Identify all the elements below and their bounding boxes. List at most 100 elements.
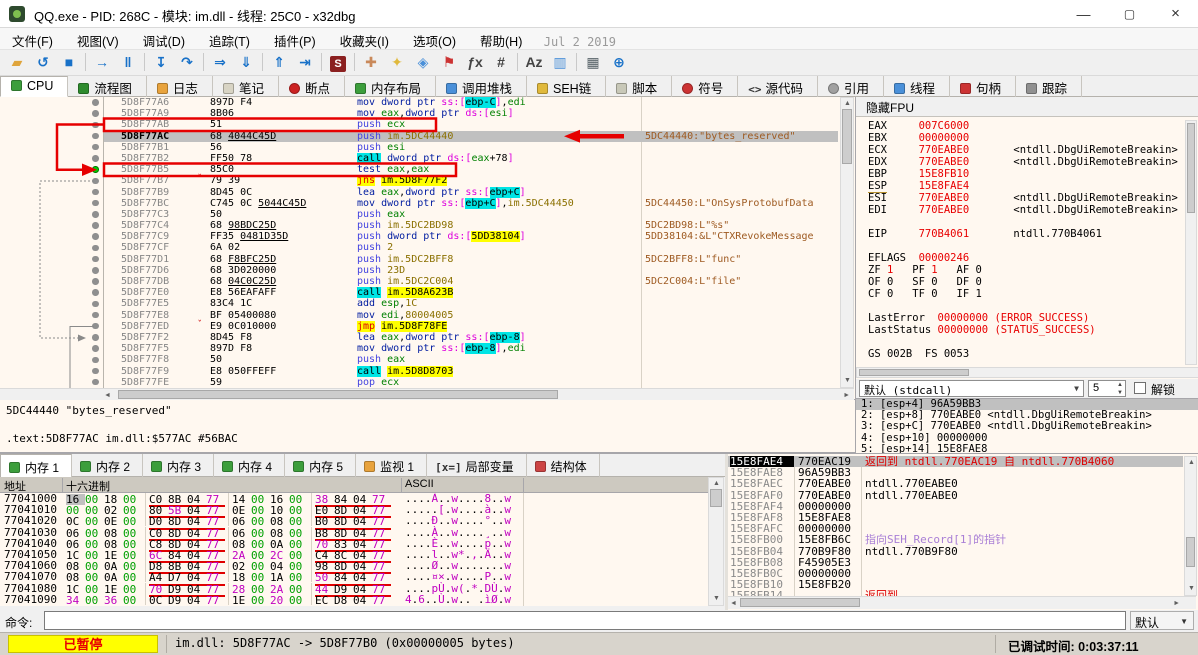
stack-row[interactable]: 15E8FAEC 770EABE0 ntdll.770EABE0 [728,478,1183,489]
tab-graph[interactable]: 流程图 [68,76,147,97]
disasm-row[interactable]: 5D8F77DB 68 04C0C25D push im.5DC2C004 5DC2C… [0,276,838,287]
instruction-dot-icon[interactable] [92,233,99,240]
instruction-dot-icon[interactable] [92,121,99,129]
disasm-row[interactable]: 5D8F77E8 BF 05400080 mov edi,80004005 [0,310,838,321]
instruction-dot-icon[interactable] [92,378,99,386]
stack-row[interactable]: 15E8FB04 770B9F80 ntdll.770B9F80 [728,545,1183,556]
instruction-dot-icon[interactable] [92,188,99,196]
unlock-checkbox[interactable] [1134,382,1146,394]
dump-byte[interactable]: 00 [85,594,104,605]
disasm-row[interactable]: 5D8F77C4 68 98BDC25D push im.5DC2BD98 5DC2B… [0,220,838,231]
instruction-dot-icon[interactable] [92,267,99,274]
register-line[interactable]: EDX 770EABE0 <ntdll.DbgUiRemoteBreakin> [856,156,1186,168]
dump-byte[interactable]: 77 [372,594,391,605]
dump-row[interactable]: 77041060 08 00 0A 00 D8 8B 04 77 02 00 04 00 98 8D 04 77… [0,560,708,575]
restart-icon[interactable]: ↺ [30,50,56,74]
tab-notes[interactable]: 笔记 [213,76,279,97]
disasm-row[interactable]: 5D8F77AB 51 push ecx [0,119,838,130]
instruction-dot-icon[interactable] [92,367,99,375]
register-line[interactable]: ESP 15E8FAE4 [856,180,1186,193]
instruction-dot-icon[interactable] [92,110,99,117]
stack-row[interactable]: 15E8FAF0 770EABE0 ntdll.770EABE0 [728,489,1183,500]
stack-horizontal-scrollbar[interactable]: ◄ ► [728,596,1196,609]
register-line[interactable]: LastError 00000000 (ERROR_SUCCESS) [856,312,1186,324]
settings-globe-icon[interactable]: ⊕ [606,50,632,74]
instruction-dot-icon[interactable] [92,300,99,308]
instruction-dot-icon[interactable] [92,356,99,363]
register-line[interactable]: LastStatus 00000000 (STATUS_SUCCESS) [856,324,1186,336]
instruction-dot-icon[interactable] [92,278,99,285]
highlight-icon[interactable]: Az [521,50,547,74]
log-s-icon[interactable]: S [325,50,351,74]
dump-byte[interactable]: 04 [187,594,206,605]
register-line[interactable]: ECX 770EABE0 <ntdll.DbgUiRemoteBreakin> [856,144,1186,156]
dump-row[interactable]: 77041010 00 00 02 00 80 5B 04 77 0E 00 10 00 E0 8D 04 77… [0,504,708,519]
label-icon[interactable]: ◈ [410,50,436,74]
tab-source[interactable]: <> 源代码 [738,76,818,97]
instruction-dot-icon[interactable] [92,132,99,140]
tab-threads[interactable]: 线程 [884,76,951,97]
dump-byte[interactable]: 00 [123,594,142,605]
step-down-icon[interactable]: ⇓ [233,50,259,74]
instruction-dot-icon[interactable] [92,345,99,352]
argument-row[interactable]: 3: [esp+C] 770EABE0 <ntdll.DbgUiRemoteBr… [856,421,1198,432]
stack-row[interactable]: 15E8FAF8 15E8FAE8 [728,512,1183,523]
run-icon[interactable]: → [89,50,115,74]
execute-till-return-icon[interactable]: ⇒ [207,50,233,74]
memtab-dump2[interactable]: 内存 2 [72,454,144,477]
dump-byte[interactable]: 34 [66,594,85,605]
disasm-row[interactable]: 5D8F77B1 56 push esi [0,142,838,153]
memtab-dump4[interactable]: 内存 4 [214,454,286,477]
instruction-dot-icon[interactable] [92,289,99,296]
register-line[interactable] [856,240,1186,252]
command-input[interactable] [44,611,1126,630]
calling-convention-select[interactable]: 默认 (stdcall) ▼ [859,380,1084,397]
step-over-icon[interactable]: ↷ [174,50,200,74]
disasm-row[interactable]: 5D8F77F9 E8 050FFEFF call im.5D8D8703 [0,365,838,377]
disasm-row[interactable]: 5D8F77E0 E8 56EAFAFF call im.5D8A623B [0,287,838,299]
dump-byte[interactable]: 77 [206,594,225,605]
disasm-row[interactable]: 5D8F77D6 68 3D020000 push 23D [0,265,838,276]
disasm-row[interactable]: 5D8F77E5 83C4 1C add esp,1C [0,298,838,309]
instruction-dot-icon[interactable] [92,199,99,207]
dump-byte[interactable]: 1E [232,594,251,605]
instruction-dot-icon[interactable] [92,334,99,341]
disasm-row[interactable]: 5D8F77C9 FF35 0481D35D push dword ptr ds:[… [0,231,838,243]
stack-row[interactable]: 15E8FAE8 96A59BB3 [728,467,1183,478]
memtab-dump3[interactable]: 内存 3 [143,454,215,477]
tab-trace[interactable]: 跟踪 [1016,76,1083,97]
breakpoint-dot-icon[interactable] [92,166,99,173]
minimize-button[interactable]: — [1061,0,1106,28]
disasm-row[interactable]: 5D8F77BC C745 0C 5044C45D mov dword ptr ss… [0,197,838,209]
dump-byte[interactable]: 36 [104,594,123,605]
disasm-row[interactable]: 5D8F77F5 897D F8 mov dword ptr ss:[ebp-8],… [0,343,838,355]
stack-row[interactable]: 15E8FB0C 00000000 [728,568,1183,579]
dump-byte[interactable]: 00 [251,594,270,605]
disasm-vertical-scrollbar[interactable]: ▲ ▼ [840,97,854,388]
stack-row[interactable]: 15E8FAF4 00000000 [728,501,1183,512]
stack-row[interactable]: 15E8FAFC 00000000 [728,523,1183,534]
dump-row[interactable]: 77041030 06 00 08 00 C0 8D 04 77 06 00 08 00 B8 8D 04 77… [0,526,708,541]
stop-icon[interactable]: ■ [56,50,82,74]
instruction-dot-icon[interactable] [92,177,99,184]
register-line[interactable]: EIP 770B4061 ntdll.770B4061 [856,228,1186,240]
memtab-watch1[interactable]: 监视 1 [356,454,428,477]
memtab-dump5[interactable]: 内存 5 [285,454,357,477]
tab-symbols[interactable]: 符号 [672,76,739,97]
memtab-struct[interactable]: 结构体 [527,454,600,477]
disasm-row[interactable]: 5D8F77A9 8B06 mov eax,dword ptr ds:[esi] [0,108,838,119]
dump-byte[interactable]: D9 [168,594,187,605]
register-line[interactable]: CF 0 TF 0 IF 1 [856,288,1186,300]
instruction-dot-icon[interactable] [92,255,99,263]
tab-memory-map[interactable]: 内存布局 [345,76,436,97]
register-line[interactable] [856,336,1186,348]
instruction-dot-icon[interactable] [92,211,99,218]
instruction-dot-icon[interactable] [92,322,99,330]
tab-cpu[interactable]: CPU [0,76,69,97]
patch-icon[interactable]: ✚ [358,50,384,74]
tab-log[interactable]: 日志 [147,76,213,97]
disasm-row[interactable]: 5D8F77A6 897D F4 mov dword ptr ss:[ebp-C],… [0,97,838,108]
dump-row[interactable]: 77041070 08 00 0A 00 A4 D7 04 77 18 00 1A 00 50 84 04 77… [0,571,708,586]
command-script-select[interactable]: 默认 ▼ [1130,611,1194,630]
dump-byte[interactable]: 00 [289,594,308,605]
